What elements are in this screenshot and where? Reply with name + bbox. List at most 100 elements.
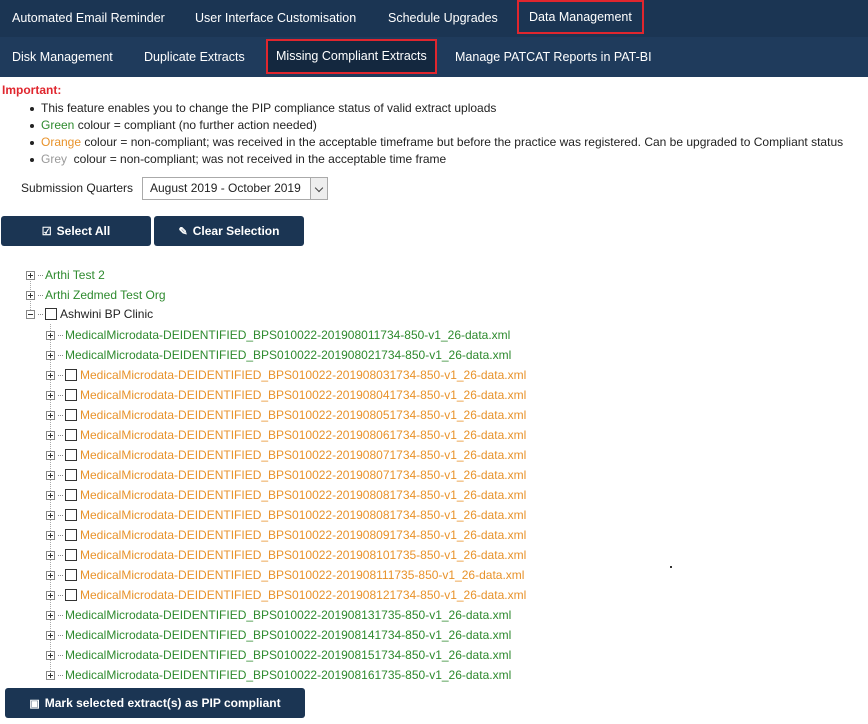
tree-file-row[interactable]: MedicalMicrodata-DEIDENTIFIED_BPS010022-… [46, 485, 526, 505]
info-text: This feature enables you to change the P… [41, 101, 497, 115]
tree-file-row[interactable]: MedicalMicrodata-DEIDENTIFIED_BPS010022-… [46, 505, 526, 525]
file-name[interactable]: MedicalMicrodata-DEIDENTIFIED_BPS010022-… [80, 568, 524, 582]
org-name[interactable]: Arthi Test 2 [45, 268, 105, 282]
tab-schedule-upgrades[interactable]: Schedule Upgrades [376, 0, 514, 37]
file-name[interactable]: MedicalMicrodata-DEIDENTIFIED_BPS010022-… [80, 508, 526, 522]
file-checkbox[interactable] [65, 549, 77, 561]
tab-data-management[interactable]: Data Management [517, 0, 644, 34]
submission-quarters-select[interactable]: August 2019 - October 2019 [142, 177, 328, 200]
tree-file-row[interactable]: MedicalMicrodata-DEIDENTIFIED_BPS010022-… [46, 445, 526, 465]
tab-user-interface-customisation[interactable]: User Interface Customisation [183, 0, 372, 37]
chevron-down-icon[interactable] [310, 178, 327, 199]
tree-file-row[interactable]: MedicalMicrodata-DEIDENTIFIED_BPS010022-… [46, 545, 526, 565]
file-name[interactable]: MedicalMicrodata-DEIDENTIFIED_BPS010022-… [80, 428, 526, 442]
org-name[interactable]: Arthi Zedmed Test Org [45, 288, 166, 302]
file-checkbox[interactable] [65, 489, 77, 501]
stray-dot [670, 566, 672, 568]
expand-icon[interactable] [46, 450, 55, 460]
file-checkbox[interactable] [65, 469, 77, 481]
expand-icon[interactable] [46, 370, 55, 380]
tree-file-row[interactable]: MedicalMicrodata-DEIDENTIFIED_BPS010022-… [46, 645, 511, 665]
expand-icon[interactable] [46, 510, 55, 520]
expand-icon[interactable] [46, 470, 55, 480]
tree-org-row[interactable]: Arthi Test 2 [26, 265, 105, 285]
submission-quarters-value: August 2019 - October 2019 [150, 181, 301, 195]
file-name[interactable]: MedicalMicrodata-DEIDENTIFIED_BPS010022-… [80, 468, 526, 482]
file-checkbox[interactable] [65, 369, 77, 381]
file-name[interactable]: MedicalMicrodata-DEIDENTIFIED_BPS010022-… [80, 388, 526, 402]
expand-icon[interactable] [46, 330, 55, 340]
file-checkbox[interactable] [65, 509, 77, 521]
expand-icon[interactable] [46, 410, 55, 420]
expand-icon[interactable] [46, 490, 55, 500]
sub-nav: Disk Management Duplicate Extracts Missi… [0, 37, 868, 77]
tree-file-row[interactable]: MedicalMicrodata-DEIDENTIFIED_BPS010022-… [46, 585, 526, 605]
file-name[interactable]: MedicalMicrodata-DEIDENTIFIED_BPS010022-… [65, 608, 511, 622]
expand-icon[interactable] [46, 610, 55, 620]
expand-icon[interactable] [26, 270, 35, 280]
tree-file-row[interactable]: MedicalMicrodata-DEIDENTIFIED_BPS010022-… [46, 625, 511, 645]
tab-manage-patcat-reports[interactable]: Manage PATCAT Reports in PAT-BI [455, 37, 652, 77]
file-checkbox[interactable] [65, 429, 77, 441]
expand-icon[interactable] [46, 590, 55, 600]
collapse-icon[interactable] [26, 309, 35, 319]
file-checkbox[interactable] [65, 529, 77, 541]
file-checkbox[interactable] [65, 389, 77, 401]
tree-file-row[interactable]: MedicalMicrodata-DEIDENTIFIED_BPS010022-… [46, 465, 526, 485]
tree-file-row[interactable]: MedicalMicrodata-DEIDENTIFIED_BPS010022-… [46, 425, 526, 445]
org-name[interactable]: Ashwini BP Clinic [60, 307, 153, 321]
expand-icon[interactable] [46, 550, 55, 560]
tab-missing-compliant-extracts[interactable]: Missing Compliant Extracts [266, 39, 437, 74]
file-name[interactable]: MedicalMicrodata-DEIDENTIFIED_BPS010022-… [80, 408, 526, 422]
file-name[interactable]: MedicalMicrodata-DEIDENTIFIED_BPS010022-… [80, 448, 526, 462]
tree-file-row[interactable]: MedicalMicrodata-DEIDENTIFIED_BPS010022-… [46, 345, 511, 365]
tree-file-row[interactable]: MedicalMicrodata-DEIDENTIFIED_BPS010022-… [46, 605, 511, 625]
mark-pip-compliant-button[interactable]: ▣ Mark selected extract(s) as PIP compli… [5, 688, 305, 718]
file-name[interactable]: MedicalMicrodata-DEIDENTIFIED_BPS010022-… [80, 368, 526, 382]
file-checkbox[interactable] [65, 409, 77, 421]
org-checkbox[interactable] [45, 308, 57, 320]
select-all-label: Select All [56, 224, 111, 238]
mark-pip-compliant-label: Mark selected extract(s) as PIP complian… [44, 696, 281, 710]
file-name[interactable]: MedicalMicrodata-DEIDENTIFIED_BPS010022-… [80, 528, 526, 542]
tree-file-row[interactable]: MedicalMicrodata-DEIDENTIFIED_BPS010022-… [46, 385, 526, 405]
file-name[interactable]: MedicalMicrodata-DEIDENTIFIED_BPS010022-… [80, 548, 526, 562]
expand-icon[interactable] [46, 570, 55, 580]
file-checkbox[interactable] [65, 449, 77, 461]
tree-file-row[interactable]: MedicalMicrodata-DEIDENTIFIED_BPS010022-… [46, 525, 526, 545]
expand-icon[interactable] [46, 430, 55, 440]
tab-disk-management[interactable]: Disk Management [12, 37, 113, 77]
file-name[interactable]: MedicalMicrodata-DEIDENTIFIED_BPS010022-… [65, 668, 511, 682]
expand-icon[interactable] [46, 390, 55, 400]
tree-file-row[interactable]: MedicalMicrodata-DEIDENTIFIED_BPS010022-… [46, 365, 526, 385]
clear-selection-button[interactable]: ✎ Clear Selection [154, 216, 304, 246]
tree-connector [58, 374, 63, 376]
tree-connector [58, 534, 63, 536]
expand-icon[interactable] [46, 530, 55, 540]
tree-org-row[interactable]: Ashwini BP Clinic [26, 304, 153, 324]
tab-duplicate-extracts[interactable]: Duplicate Extracts [144, 37, 245, 77]
file-name[interactable]: MedicalMicrodata-DEIDENTIFIED_BPS010022-… [65, 348, 511, 362]
file-checkbox[interactable] [65, 569, 77, 581]
tree-org-row[interactable]: Arthi Zedmed Test Org [26, 285, 166, 305]
expand-icon[interactable] [46, 350, 55, 360]
tree-connector [38, 313, 43, 315]
clear-selection-label: Clear Selection [192, 224, 280, 238]
expand-icon[interactable] [26, 290, 35, 300]
file-name[interactable]: MedicalMicrodata-DEIDENTIFIED_BPS010022-… [65, 328, 510, 342]
file-name[interactable]: MedicalMicrodata-DEIDENTIFIED_BPS010022-… [80, 588, 526, 602]
tab-automated-email-reminder[interactable]: Automated Email Reminder [0, 0, 181, 37]
file-name[interactable]: MedicalMicrodata-DEIDENTIFIED_BPS010022-… [80, 488, 526, 502]
expand-icon[interactable] [46, 630, 55, 640]
file-name[interactable]: MedicalMicrodata-DEIDENTIFIED_BPS010022-… [65, 648, 511, 662]
select-all-button[interactable]: ☑ Select All [1, 216, 151, 246]
file-checkbox[interactable] [65, 589, 77, 601]
tree-file-row[interactable]: MedicalMicrodata-DEIDENTIFIED_BPS010022-… [46, 565, 524, 585]
tree-file-row[interactable]: MedicalMicrodata-DEIDENTIFIED_BPS010022-… [46, 665, 511, 685]
expand-icon[interactable] [46, 650, 55, 660]
tree-file-row[interactable]: MedicalMicrodata-DEIDENTIFIED_BPS010022-… [46, 405, 526, 425]
tree-connector [58, 354, 63, 356]
file-name[interactable]: MedicalMicrodata-DEIDENTIFIED_BPS010022-… [65, 628, 511, 642]
expand-icon[interactable] [46, 670, 55, 680]
tree-file-row[interactable]: MedicalMicrodata-DEIDENTIFIED_BPS010022-… [46, 325, 510, 345]
